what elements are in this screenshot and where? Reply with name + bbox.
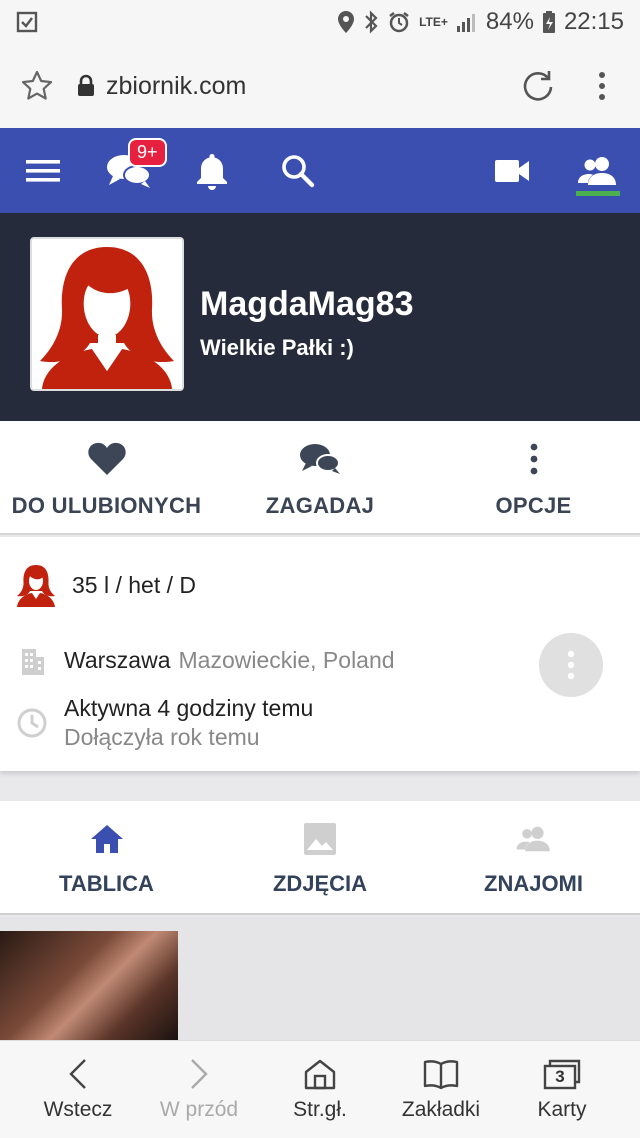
notifications-button[interactable]	[194, 128, 230, 213]
url-field[interactable]: zbiornik.com	[106, 72, 246, 101]
clock: 22:15	[563, 8, 624, 35]
active-section-indicator	[576, 191, 620, 196]
favorite-label: DO ULUBIONYCH	[11, 493, 202, 518]
demographics-row: 35 l / het / D	[14, 563, 196, 607]
search-icon	[282, 154, 315, 187]
tabs-button[interactable]: 3 Karty	[502, 1041, 622, 1138]
hamburger-icon	[26, 159, 60, 182]
profile-info-card: 35 l / het / D Warszawa Mazowieckie, Pol…	[0, 537, 640, 771]
tab-photos-label: ZDJĘCIA	[272, 871, 368, 896]
info-more-button[interactable]	[539, 633, 603, 697]
chevron-right-icon	[191, 1059, 208, 1089]
back-button[interactable]: Wstecz	[18, 1041, 138, 1138]
demographics-text: 35 l / het / D	[72, 571, 197, 598]
signal-icon	[456, 14, 475, 32]
tab-wall[interactable]: TABLICA	[0, 801, 213, 915]
tabs-label: Karty	[537, 1098, 587, 1121]
messages-badge: 9+	[128, 138, 167, 167]
home-label: Str.gł.	[293, 1098, 347, 1121]
home-icon	[90, 825, 123, 853]
people-icon	[516, 826, 550, 852]
message-button[interactable]: ZAGADAJ	[213, 421, 427, 535]
book-icon	[423, 1060, 459, 1090]
video-button[interactable]	[494, 128, 530, 213]
profile-tagline: Wielkie Pałki :)	[200, 335, 354, 360]
location-row: Warszawa Mazowieckie, Poland	[18, 645, 395, 675]
bell-icon	[197, 153, 227, 190]
location-icon	[338, 11, 355, 33]
female-user-icon	[17, 565, 55, 607]
video-camera-icon	[495, 159, 529, 182]
network-type: LTE+	[419, 15, 448, 29]
post-thumbnail[interactable]	[0, 931, 178, 1040]
people-icon	[578, 156, 616, 185]
back-label: Wstecz	[43, 1098, 113, 1121]
status-bar: LTE+ 84% 22:15	[0, 0, 640, 44]
reload-icon[interactable]	[520, 68, 556, 104]
profile-actions: DO ULUBIONYCH ZAGADAJ OPCJE	[0, 421, 640, 535]
bookmarks-button[interactable]: Zakładki	[381, 1041, 501, 1138]
search-button[interactable]	[280, 128, 316, 213]
battery-icon	[542, 11, 555, 33]
region-text: Mazowieckie, Poland	[178, 646, 395, 673]
tabs-icon: 3	[543, 1058, 581, 1090]
activity-row: Aktywna 4 godziny temu Dołączyła rok tem…	[16, 695, 313, 751]
avatar[interactable]	[30, 237, 184, 391]
tab-friends[interactable]: ZNAJOMI	[427, 801, 640, 915]
lock-icon	[78, 74, 94, 96]
forward-label: W przód	[159, 1098, 239, 1121]
browser-url-bar: zbiornik.com	[0, 44, 640, 128]
alarm-icon	[389, 12, 409, 33]
tab-wall-label: TABLICA	[59, 871, 154, 896]
tab-friends-label: ZNAJOMI	[484, 871, 583, 896]
more-vertical-icon	[530, 443, 537, 475]
battery-percent: 84%	[485, 8, 534, 35]
add-favorite-button[interactable]: DO ULUBIONYCH	[0, 421, 213, 535]
more-vertical-icon	[567, 650, 575, 680]
checkbox-notification-icon	[16, 11, 38, 33]
tab-photos[interactable]: ZDJĘCIA	[213, 801, 427, 915]
city-text: Warszawa	[64, 646, 171, 673]
female-avatar-icon	[32, 239, 182, 389]
bluetooth-icon	[365, 10, 378, 34]
home-outline-icon	[304, 1059, 336, 1090]
profile-header: MagdaMag83 Wielkie Pałki :)	[0, 213, 640, 421]
profile-tabs: TABLICA ZDJĘCIA ZNAJOMI	[0, 801, 640, 915]
chat-icon	[300, 444, 340, 474]
menu-button[interactable]	[20, 128, 66, 213]
browser-menu-icon[interactable]	[598, 71, 606, 101]
tabs-count: 3	[555, 1067, 565, 1086]
options-label: OPCJE	[495, 493, 572, 518]
chevron-left-icon	[69, 1059, 86, 1089]
options-button[interactable]: OPCJE	[427, 421, 640, 535]
image-icon	[304, 823, 336, 855]
bookmarks-label: Zakładki	[401, 1098, 481, 1121]
app-nav-bar: 9+	[0, 128, 640, 213]
profile-username: MagdaMag83	[200, 285, 414, 323]
browser-bottom-bar: Wstecz W przód Str.gł. Zakładki 3 Karty	[0, 1040, 640, 1138]
message-label: ZAGADAJ	[265, 493, 375, 518]
wall-feed	[0, 917, 640, 1040]
star-icon[interactable]	[20, 69, 54, 103]
home-button[interactable]: Str.gł.	[260, 1041, 380, 1138]
heart-icon	[87, 442, 126, 475]
forward-button[interactable]: W przód	[139, 1041, 259, 1138]
clock-icon	[17, 708, 47, 738]
city-icon	[22, 649, 44, 675]
last-active-text: Aktywna 4 godziny temu	[64, 695, 314, 721]
joined-text: Dołączyła rok temu	[64, 724, 260, 750]
friends-button[interactable]	[576, 128, 620, 213]
